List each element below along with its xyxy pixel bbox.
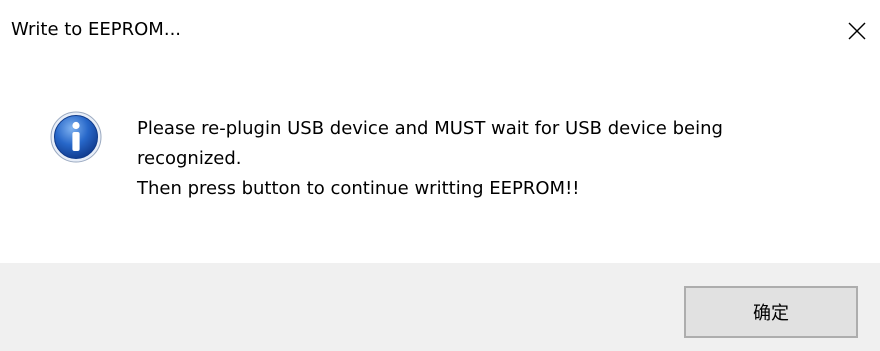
message-line-1: Please re-plugin USB device and MUST wai… bbox=[137, 118, 723, 139]
close-icon bbox=[848, 22, 866, 40]
ok-button[interactable]: 确定 bbox=[684, 286, 858, 338]
message-line-2: recognized. bbox=[137, 148, 242, 169]
dialog-footer: 确定 bbox=[0, 263, 880, 351]
message-line-3: Then press button to continue writting E… bbox=[137, 178, 580, 199]
dialog-content: Please re-plugin USB device and MUST wai… bbox=[0, 62, 880, 263]
close-button[interactable] bbox=[834, 8, 880, 54]
info-icon bbox=[50, 111, 102, 163]
title-bar[interactable]: Write to EEPROM... bbox=[0, 0, 880, 62]
message-text: Please re-plugin USB device and MUST wai… bbox=[137, 114, 837, 204]
message-dialog: Write to EEPROM... Please re-plugin USB … bbox=[0, 0, 880, 351]
window-title: Write to EEPROM... bbox=[11, 19, 182, 40]
